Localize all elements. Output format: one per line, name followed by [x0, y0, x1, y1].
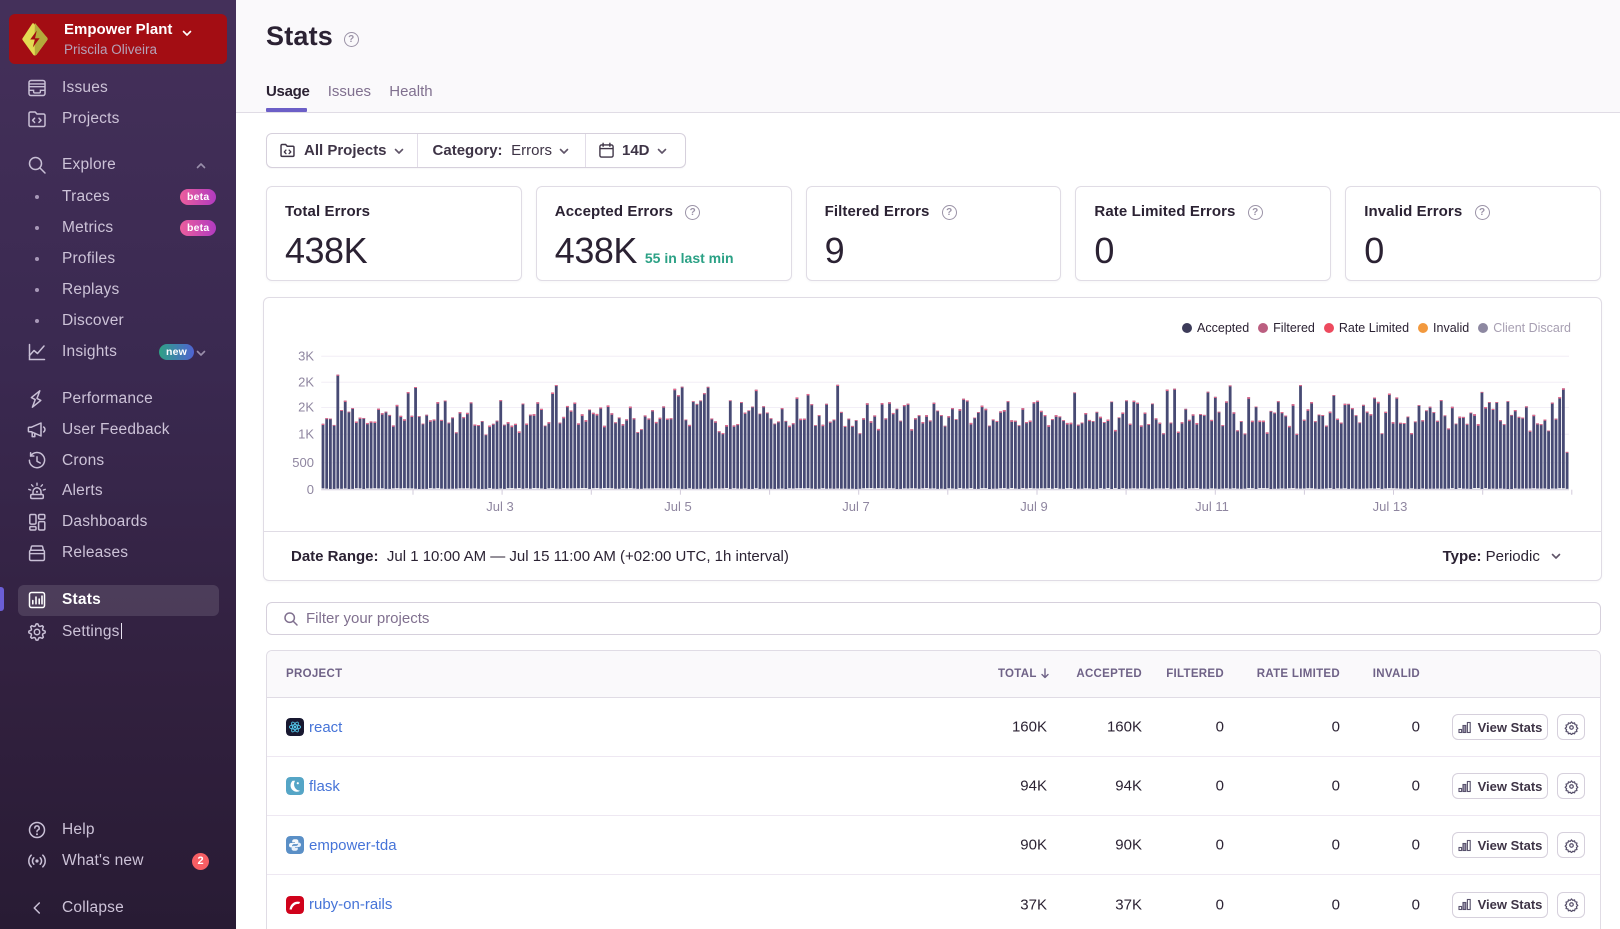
svg-text:500: 500 [292, 455, 314, 470]
svg-text:1K: 1K [298, 426, 314, 441]
svg-text:0: 0 [307, 482, 314, 497]
svg-text:Jul 5: Jul 5 [664, 499, 691, 514]
svg-text:2K: 2K [298, 400, 314, 415]
svg-text:Jul 7: Jul 7 [842, 499, 869, 514]
svg-text:Jul 11: Jul 11 [1195, 499, 1229, 514]
svg-text:Jul 9: Jul 9 [1020, 499, 1047, 514]
svg-text:2K: 2K [298, 375, 314, 390]
svg-text:Jul 13: Jul 13 [1373, 499, 1408, 514]
svg-text:3K: 3K [298, 348, 314, 363]
svg-text:Jul 3: Jul 3 [486, 499, 513, 514]
